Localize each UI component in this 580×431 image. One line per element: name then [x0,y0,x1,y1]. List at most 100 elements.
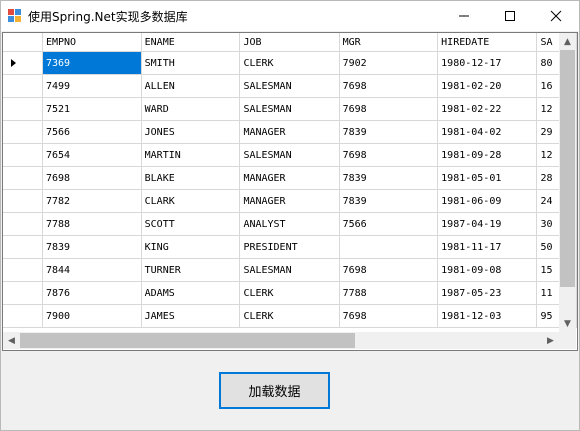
cell-job[interactable]: MANAGER [239,189,340,213]
cell-mgr[interactable]: 7698 [339,97,439,121]
cell-job[interactable]: ANALYST [239,212,340,236]
table-row[interactable]: 7782 CLARK MANAGER 7839 1981-06-09 24 [3,189,577,213]
cell-mgr[interactable]: 7902 [339,51,439,75]
load-data-button[interactable]: 加载数据 [219,372,330,409]
column-header-job[interactable]: JOB [239,33,340,52]
cell-mgr[interactable]: 7698 [339,143,439,167]
minimize-button[interactable] [441,1,487,31]
table-row[interactable]: 7844 TURNER SALESMAN 7698 1981-09-08 15 [3,258,577,282]
cell-ename[interactable]: ALLEN [141,74,241,98]
cell-empno[interactable]: 7788 [42,212,142,236]
cell-mgr[interactable]: 7839 [339,166,439,190]
cell-hiredate[interactable]: 1987-04-19 [437,212,538,236]
cell-hiredate[interactable]: 1981-05-01 [437,166,538,190]
table-row[interactable]: 7654 MARTIN SALESMAN 7698 1981-09-28 12 [3,143,577,167]
row-header[interactable] [3,51,43,75]
cell-empno[interactable]: 7844 [42,258,142,282]
cell-mgr[interactable]: 7566 [339,212,439,236]
row-header[interactable] [3,235,43,259]
cell-hiredate[interactable]: 1987-05-23 [437,281,538,305]
cell-job[interactable]: CLERK [239,304,340,328]
maximize-button[interactable] [487,1,533,31]
vertical-scroll-thumb[interactable] [560,50,575,287]
vertical-scrollbar[interactable]: ▲ ▼ [559,33,576,332]
close-button[interactable] [533,1,579,31]
row-header[interactable] [3,304,43,328]
horizontal-scrollbar[interactable]: ◀ ▶ [3,332,559,349]
row-header[interactable] [3,143,43,167]
cell-ename[interactable]: SCOTT [141,212,241,236]
cell-job[interactable]: SALESMAN [239,97,340,121]
cell-ename[interactable]: JAMES [141,304,241,328]
corner-header[interactable] [3,33,43,52]
cell-mgr[interactable]: 7698 [339,74,439,98]
horizontal-scroll-thumb[interactable] [20,333,355,348]
table-row[interactable]: 7566 JONES MANAGER 7839 1981-04-02 29 [3,120,577,144]
row-header[interactable] [3,189,43,213]
cell-empno[interactable]: 7521 [42,97,142,121]
cell-hiredate[interactable]: 1981-02-22 [437,97,538,121]
cell-ename[interactable]: TURNER [141,258,241,282]
cell-job[interactable]: PRESIDENT [239,235,340,259]
cell-job[interactable]: SALESMAN [239,258,340,282]
cell-mgr[interactable]: 7698 [339,304,439,328]
title-bar[interactable]: 使用Spring.Net实现多数据库 [1,1,579,31]
cell-ename[interactable]: MARTIN [141,143,241,167]
scroll-up-icon[interactable]: ▲ [559,33,576,50]
column-header-empno[interactable]: EMPNO [42,33,142,52]
scroll-left-icon[interactable]: ◀ [3,332,20,349]
cell-empno[interactable]: 7782 [42,189,142,213]
cell-empno[interactable]: 7566 [42,120,142,144]
table-row[interactable]: 7876 ADAMS CLERK 7788 1987-05-23 11 [3,281,577,305]
cell-hiredate[interactable]: 1981-12-03 [437,304,538,328]
row-header[interactable] [3,212,43,236]
table-row[interactable]: 7698 BLAKE MANAGER 7839 1981-05-01 28 [3,166,577,190]
cell-hiredate[interactable]: 1981-02-20 [437,74,538,98]
cell-job[interactable]: CLERK [239,281,340,305]
row-header[interactable] [3,74,43,98]
row-header[interactable] [3,258,43,282]
cell-mgr[interactable]: 7698 [339,258,439,282]
cell-ename[interactable]: SMITH [141,51,241,75]
cell-job[interactable]: MANAGER [239,166,340,190]
cell-hiredate[interactable]: 1981-04-02 [437,120,538,144]
table-row[interactable]: 7369 SMITH CLERK 7902 1980-12-17 80 [3,51,577,75]
cell-empno[interactable]: 7654 [42,143,142,167]
cell-empno[interactable]: 7369 [42,51,142,75]
table-row[interactable]: 7900 JAMES CLERK 7698 1981-12-03 95 [3,304,577,328]
cell-hiredate[interactable]: 1981-09-08 [437,258,538,282]
cell-job[interactable]: SALESMAN [239,143,340,167]
cell-ename[interactable]: BLAKE [141,166,241,190]
cell-job[interactable]: SALESMAN [239,74,340,98]
row-header[interactable] [3,120,43,144]
row-header[interactable] [3,97,43,121]
cell-ename[interactable]: WARD [141,97,241,121]
cell-hiredate[interactable]: 1981-11-17 [437,235,538,259]
cell-hiredate[interactable]: 1981-06-09 [437,189,538,213]
table-row[interactable]: 7499 ALLEN SALESMAN 7698 1981-02-20 16 [3,74,577,98]
column-header-hiredate[interactable]: HIREDATE [437,33,538,52]
cell-hiredate[interactable]: 1981-09-28 [437,143,538,167]
cell-empno[interactable]: 7876 [42,281,142,305]
cell-empno[interactable]: 7900 [42,304,142,328]
cell-empno[interactable]: 7839 [42,235,142,259]
cell-mgr[interactable] [339,235,439,259]
cell-hiredate[interactable]: 1980-12-17 [437,51,538,75]
cell-mgr[interactable]: 7839 [339,120,439,144]
cell-ename[interactable]: KING [141,235,241,259]
column-header-ename[interactable]: ENAME [141,33,241,52]
table-row[interactable]: 7521 WARD SALESMAN 7698 1981-02-22 12 [3,97,577,121]
cell-mgr[interactable]: 7839 [339,189,439,213]
cell-ename[interactable]: ADAMS [141,281,241,305]
column-header-mgr[interactable]: MGR [339,33,439,52]
scroll-down-icon[interactable]: ▼ [559,315,576,332]
cell-empno[interactable]: 7698 [42,166,142,190]
scroll-right-icon[interactable]: ▶ [542,332,559,349]
cell-ename[interactable]: JONES [141,120,241,144]
cell-mgr[interactable]: 7788 [339,281,439,305]
cell-ename[interactable]: CLARK [141,189,241,213]
cell-job[interactable]: MANAGER [239,120,340,144]
row-header[interactable] [3,281,43,305]
row-header[interactable] [3,166,43,190]
cell-empno[interactable]: 7499 [42,74,142,98]
